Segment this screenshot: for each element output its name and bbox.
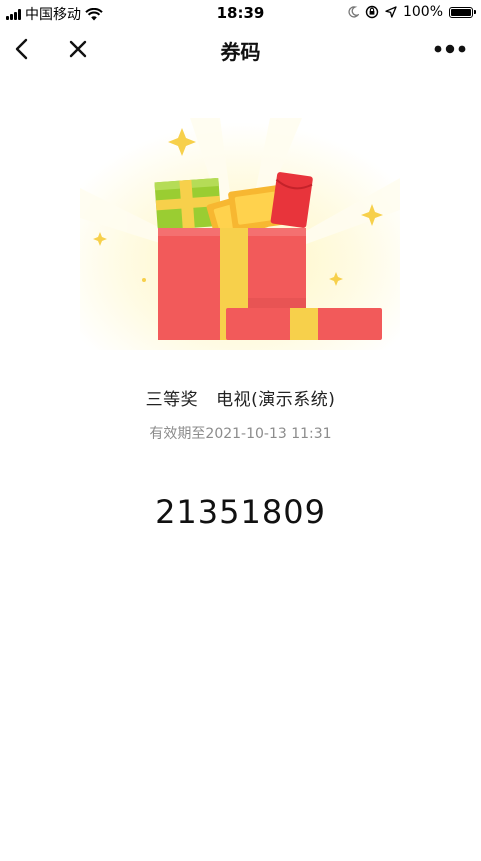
- prize-level: 三等奖: [145, 390, 199, 410]
- expiry-date: 有效期至2021-10-13 11:31: [149, 426, 332, 442]
- rotation-lock-icon: [365, 5, 379, 19]
- battery-icon: [449, 6, 476, 18]
- status-right: 100%: [347, 4, 476, 20]
- prize-line: 三等奖 电视(演示系统): [0, 385, 481, 410]
- prize-name: 电视(演示系统): [216, 390, 336, 410]
- status-bar: 中国移动 18:39 100%: [0, 0, 481, 26]
- coupon-code: 21351809: [155, 493, 326, 531]
- more-button[interactable]: [433, 34, 467, 64]
- moon-icon: [348, 6, 359, 18]
- page-title: 券码: [220, 40, 261, 64]
- gift-box-illustration: [80, 118, 400, 350]
- more-dots-icon: [434, 44, 466, 54]
- nav-bar: 券码: [0, 26, 481, 74]
- battery-percent: 100%: [402, 4, 443, 20]
- location-arrow-icon: [385, 6, 397, 18]
